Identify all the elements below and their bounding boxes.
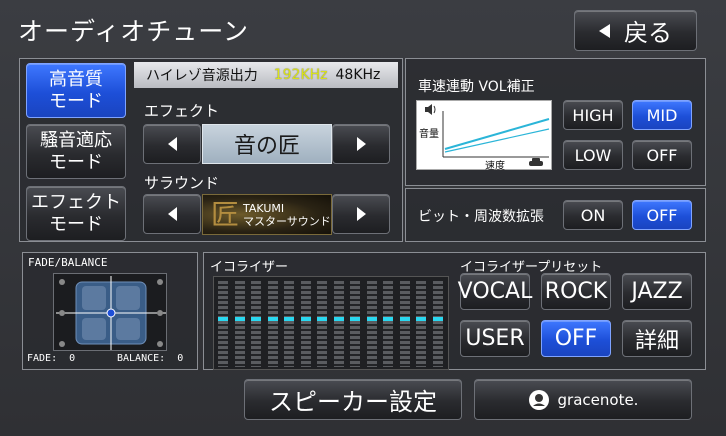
arrow-left-icon [167, 207, 177, 221]
balance-text-label: BALANCE: [117, 353, 166, 364]
effect-next-button[interactable] [332, 124, 390, 164]
surround-next-button[interactable] [332, 194, 390, 234]
eq-band-6[interactable] [300, 281, 311, 367]
vol-mid-button[interactable]: MID [632, 100, 692, 130]
mode-button-effect[interactable]: エフェクト モード [26, 186, 126, 241]
eq-level-marker [300, 316, 311, 321]
mode-label-line2: モード [49, 90, 103, 112]
eq-band-7[interactable] [317, 281, 327, 367]
mode-label-line1: 高音質 [49, 68, 103, 90]
eq-level-marker [251, 316, 261, 321]
eq-level-marker [234, 316, 245, 321]
eq-band-13[interactable] [416, 281, 426, 367]
vol-graph: 音量 速度 [416, 100, 552, 172]
eq-level-marker [284, 316, 294, 321]
car-seat-map-icon [56, 276, 166, 350]
eq-level-marker [399, 316, 410, 321]
eq-band-12[interactable] [399, 281, 410, 367]
effect-label: エフェクト [144, 102, 220, 120]
eq-band-14[interactable] [432, 281, 443, 367]
preset-vocal-button[interactable]: VOCAL [458, 273, 532, 310]
surround-prev-button[interactable] [143, 194, 201, 234]
balance-readout: BALANCE: 0 [117, 353, 183, 364]
eq-level-marker [383, 316, 393, 321]
eq-band-9[interactable] [350, 281, 360, 367]
eq-band-11[interactable] [383, 281, 393, 367]
effect-value: 音の匠 [202, 124, 332, 164]
fade-text-label: FADE: [27, 353, 58, 364]
arrow-left-icon [167, 137, 177, 151]
eq-band-3[interactable] [251, 281, 261, 367]
gracenote-label: gracenote. [557, 390, 639, 409]
gracenote-button[interactable]: gracenote. [474, 379, 692, 420]
mode-label-line1: エフェクト [31, 191, 121, 213]
surround-value: 匠 TAKUMI マスターサウンド [202, 194, 332, 235]
balance-value: 0 [177, 353, 184, 364]
eq-band-10[interactable] [366, 281, 377, 367]
hires-rate-other: 48KHz [335, 67, 381, 83]
mode-button-high-quality[interactable]: 高音質 モード [26, 63, 126, 118]
surround-line1: TAKUMI [243, 201, 285, 215]
vol-high-button[interactable]: HIGH [563, 100, 623, 130]
takumi-logo-icon: 匠 [211, 197, 240, 231]
surround-value-text: TAKUMI マスターサウンド [243, 202, 331, 228]
fade-balance-map[interactable] [53, 273, 167, 351]
eq-level-marker [218, 316, 228, 321]
fade-value: 0 [69, 353, 76, 364]
bit-expand-off-button[interactable]: OFF [632, 200, 692, 230]
hires-output-label: ハイレゾ音源出力 [146, 68, 258, 84]
surround-label: サラウンド [144, 174, 220, 192]
mode-label-line2: モード [49, 213, 103, 235]
equalizer-bars[interactable] [213, 276, 449, 370]
fade-readout: FADE: 0 [27, 353, 75, 364]
surround-line2: マスターサウンド [243, 214, 331, 228]
mode-button-noise-adaptive[interactable]: 騒音適応 モード [26, 124, 126, 179]
graph-volume-label: 音量 [419, 129, 439, 140]
eq-band-1[interactable] [218, 281, 228, 367]
hires-output-bar: ハイレゾ音源出力 192KHz 48KHz [134, 62, 398, 88]
effect-prev-button[interactable] [143, 124, 201, 164]
car-icon [529, 158, 543, 166]
preset-user-button[interactable]: USER [460, 320, 530, 357]
back-button-label: 戻る [624, 19, 672, 47]
eq-level-marker [416, 316, 426, 321]
page-title: オーディオチューン [18, 17, 250, 46]
eq-level-marker [350, 316, 360, 321]
bit-expand-on-button[interactable]: ON [563, 200, 623, 230]
eq-level-marker [267, 316, 278, 321]
eq-band-5[interactable] [284, 281, 294, 367]
arrow-right-icon [356, 137, 366, 151]
fade-balance-label: FADE/BALANCE [28, 256, 108, 269]
gracenote-logo-icon [528, 389, 549, 410]
preset-jazz-button[interactable]: JAZZ [622, 273, 692, 310]
eq-band-2[interactable] [234, 281, 245, 367]
eq-level-marker [333, 316, 344, 321]
arrow-right-icon [356, 207, 366, 221]
vol-correction-label: 車速連動 VOL補正 [418, 79, 535, 95]
vol-low-button[interactable]: LOW [563, 140, 623, 170]
preset-off-button[interactable]: OFF [541, 320, 611, 357]
hires-rate-active: 192KHz [273, 67, 328, 83]
vol-off-button[interactable]: OFF [632, 140, 692, 170]
speaker-settings-button[interactable]: スピーカー設定 [244, 379, 462, 420]
eq-band-8[interactable] [333, 281, 344, 367]
eq-band-4[interactable] [267, 281, 278, 367]
preset-detail-button[interactable]: 詳細 [622, 320, 692, 357]
bit-expand-label: ビット・周波数拡張 [418, 209, 544, 225]
mode-label-line2: モード [49, 151, 103, 173]
eq-level-marker [317, 316, 327, 321]
speaker-icon [425, 104, 436, 115]
back-arrow-icon [599, 23, 610, 38]
eq-level-marker [366, 316, 377, 321]
equalizer-label: イコライザー [210, 260, 289, 275]
mode-label-line1: 騒音適応 [40, 129, 112, 151]
eq-level-marker [432, 316, 443, 321]
preset-rock-button[interactable]: ROCK [541, 273, 611, 310]
back-button[interactable]: 戻る [574, 10, 697, 51]
graph-speed-label: 速度 [485, 161, 505, 172]
